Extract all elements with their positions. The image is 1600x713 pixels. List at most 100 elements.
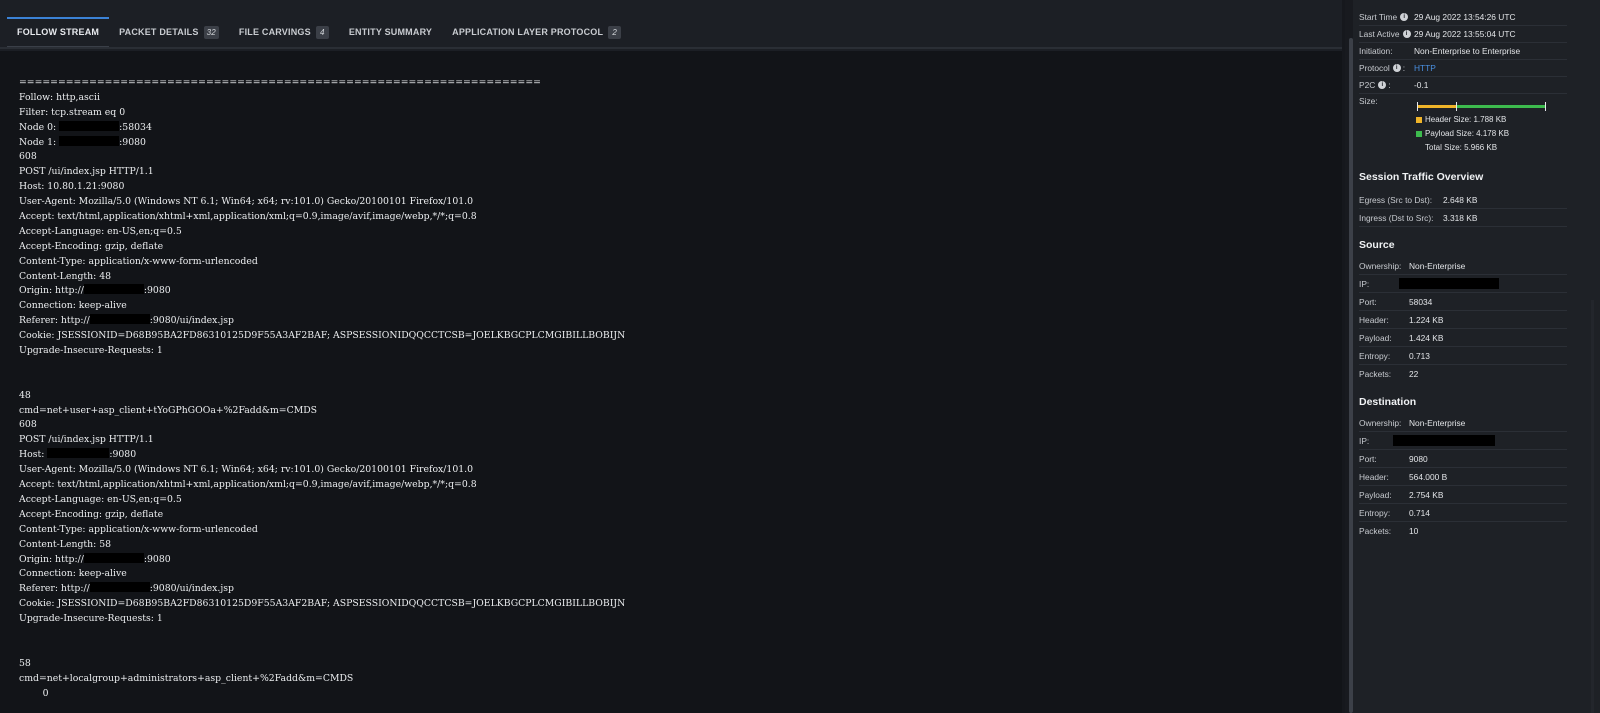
destination-entropy-row: Entropy: 0.714 — [1359, 504, 1567, 522]
info-icon[interactable]: i — [1400, 13, 1409, 21]
tab-entity-summary[interactable]: ENTITY SUMMARY — [339, 17, 442, 47]
p2c-label: P2C — [1359, 80, 1376, 90]
stream-line: Node 1: :9080 — [19, 135, 625, 151]
tab-divider — [0, 47, 1342, 49]
entropy-value: 0.713 — [1409, 350, 1430, 361]
source-port-row: Port: 58034 — [1359, 293, 1567, 311]
stream-line: cmd=net+localgroup+administrators+asp_cl… — [19, 672, 354, 684]
destination-packets-row: Packets: 10 — [1359, 522, 1567, 540]
size-bar — [1417, 102, 1546, 111]
stream-line: Cookie: JSESSIONID=D68B95BA2FD86310125D9… — [19, 598, 626, 610]
header-label: Header: — [1359, 471, 1389, 482]
total-size-legend: Total Size: 5.966 KB — [1425, 143, 1497, 152]
tab-application-layer-protocol[interactable]: APPLICATION LAYER PROTOCOL 2 — [442, 17, 631, 47]
header-value: 1.224 KB — [1409, 314, 1444, 325]
size-bar-tick — [1417, 102, 1418, 111]
stream-line: Referer: http://:9080/ui/index.jsp — [19, 314, 625, 329]
info-icon[interactable]: i — [1378, 81, 1387, 89]
destination-payload-row: Payload: 2.754 KB — [1359, 486, 1567, 504]
payload-size-legend: Payload Size: 4.178 KB — [1416, 129, 1509, 138]
redacted-ip — [59, 120, 120, 131]
origin-port: :9080 — [143, 553, 171, 565]
tab-label: APPLICATION LAYER PROTOCOL — [452, 27, 604, 37]
protocol-row: Protocol i: HTTP — [1359, 60, 1567, 77]
node1-port: :9080 — [119, 136, 146, 148]
port-label: Port: — [1359, 296, 1377, 307]
referer-path: :9080/ui/index.jsp — [149, 583, 234, 595]
destination-ip-row: IP: — [1359, 432, 1567, 450]
legend-swatch — [1416, 116, 1422, 123]
size-label: Size: — [1359, 96, 1378, 106]
stream-line: POST /ui/index.jsp HTTP/1.1 — [19, 166, 154, 178]
egress-value: 2.648 KB — [1443, 194, 1478, 205]
stream-line: Origin: http:// :9080 — [19, 552, 625, 568]
packets-label: Packets: — [1359, 526, 1392, 536]
last-active-row: Last Active i 29 Aug 2022 13:55:04 UTC — [1359, 26, 1567, 43]
stream-line: Accept-Language: en-US,en;q=0.5 — [19, 225, 182, 237]
stream-line: ========================================… — [19, 77, 541, 88]
egress-label: Egress (Src to Dst): — [1359, 194, 1433, 205]
payload-label: Payload: — [1359, 332, 1392, 343]
source-ownership-row: Ownership: Non-Enterprise — [1359, 257, 1567, 275]
stream-line: Upgrade-Insecure-Requests: 1 — [19, 345, 163, 357]
panel-scrollbar[interactable] — [1591, 300, 1594, 713]
protocol-link[interactable]: HTTP — [1414, 63, 1567, 73]
protocol-label: Protocol — [1359, 63, 1390, 73]
ingress-row: Ingress (Dst to Src): 3.318 KB — [1359, 209, 1567, 227]
p2c-value: -0.1 — [1414, 80, 1429, 90]
tab-label: ENTITY SUMMARY — [348, 27, 433, 37]
redacted-ip — [89, 582, 150, 593]
payload-value: 2.754 KB — [1409, 489, 1444, 500]
redacted-ip — [1393, 435, 1495, 446]
referer-path: :9080/ui/index.jsp — [149, 315, 234, 327]
initiation-row: Initiation: Non-Enterprise to Enterprise — [1359, 43, 1567, 60]
stream-line: 58 — [19, 657, 31, 669]
header-size-legend: Header Size: 1.788 KB — [1416, 115, 1506, 124]
stream-line: Content-Length: 48 — [19, 270, 112, 282]
port-label: Port: — [1359, 453, 1377, 464]
stream-line: Node 0: :58034 — [19, 120, 625, 136]
header-size-text: Header Size: 1.788 KB — [1425, 115, 1507, 124]
traffic-overview-title: Session Traffic Overview — [1359, 171, 1484, 183]
ownership-label: Ownership: — [1359, 260, 1402, 271]
port-value: 9080 — [1409, 453, 1428, 464]
size-bar-tick — [1456, 102, 1457, 111]
stream-line: Upgrade-Insecure-Requests: 1 — [19, 613, 163, 625]
stream-line: cmd=net+user+asp_client+tYoGPhGOOa+%2Fad… — [19, 404, 318, 416]
origin-label: Origin: http:// — [19, 553, 84, 565]
ownership-label: Ownership: — [1359, 417, 1402, 428]
stream-line: Accept-Encoding: gzip, deflate — [19, 240, 164, 252]
ip-label: IP: — [1359, 278, 1370, 289]
stream-line: 608 — [19, 151, 37, 163]
tab-file-carvings[interactable]: FILE CARVINGS 4 — [229, 17, 339, 47]
info-icon[interactable]: i — [1402, 30, 1411, 38]
payload-value: 1.424 KB — [1409, 332, 1444, 343]
header-value: 564.000 B — [1409, 471, 1448, 482]
tab-packet-details[interactable]: PACKET DETAILS 32 — [109, 17, 229, 47]
origin-port: :9080 — [143, 285, 171, 297]
source-title: Source — [1359, 239, 1395, 251]
destination-header-row: Header: 564.000 B — [1359, 468, 1567, 486]
payload-size-text: Payload Size: 4.178 KB — [1425, 129, 1510, 138]
node0-label: Node 0: — [19, 121, 60, 133]
size-bar-tick — [1545, 102, 1546, 111]
start-time-label: Start Time — [1359, 12, 1398, 22]
stream-line: Accept-Encoding: gzip, deflate — [19, 508, 164, 520]
start-time-value: 29 Aug 2022 13:54:26 UTC — [1414, 12, 1516, 22]
header-size-segment — [1418, 105, 1456, 108]
follow-stream-output[interactable]: ========================================… — [0, 51, 1342, 713]
tab-label: FOLLOW STREAM — [17, 27, 100, 37]
source-ip-row: IP: — [1359, 275, 1567, 293]
entropy-label: Entropy: — [1359, 350, 1391, 361]
stream-line: Referer: http:// :9080/ui/index.jsp — [19, 582, 625, 597]
referer-label: Referer: http:// — [19, 583, 90, 595]
ingress-value: 3.318 KB — [1443, 212, 1478, 223]
payload-label: Payload: — [1359, 489, 1392, 500]
stream-line: Origin: http://:9080 — [19, 284, 625, 299]
session-details-panel: Start Time i 29 Aug 2022 13:54:26 UTC Las… — [1353, 0, 1600, 713]
stream-line: Host: 10.80.1.21:9080 — [19, 181, 125, 193]
info-icon[interactable]: i — [1392, 64, 1401, 72]
initiation-label: Initiation: — [1359, 46, 1393, 56]
tab-follow-stream[interactable]: FOLLOW STREAM — [7, 17, 110, 47]
